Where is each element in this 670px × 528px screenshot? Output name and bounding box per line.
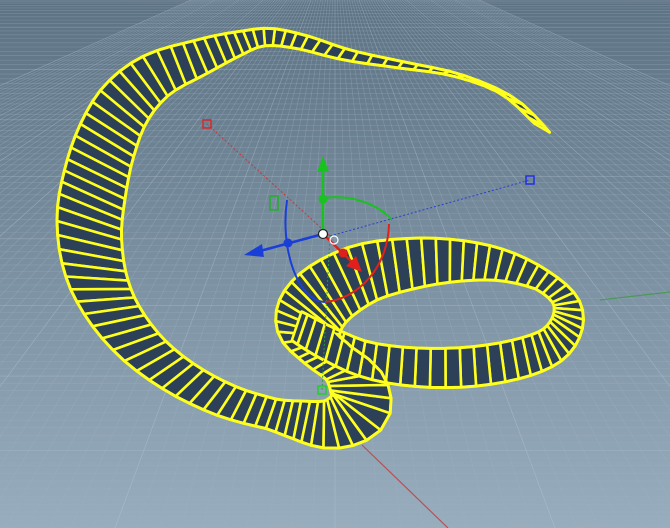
scale-x-handle[interactable]	[338, 248, 348, 258]
gizmo-pivot-handle[interactable]	[317, 228, 329, 240]
surface-panel[interactable]	[428, 346, 447, 389]
surface-panel[interactable]	[434, 237, 452, 286]
3d-viewport[interactable]	[0, 0, 670, 528]
surface-panel[interactable]	[444, 346, 463, 389]
scale-z-handle[interactable]	[283, 238, 293, 248]
scale-y-handle[interactable]	[318, 194, 328, 204]
surface-panel[interactable]	[458, 345, 478, 389]
viewport-canvas[interactable]	[0, 0, 670, 528]
